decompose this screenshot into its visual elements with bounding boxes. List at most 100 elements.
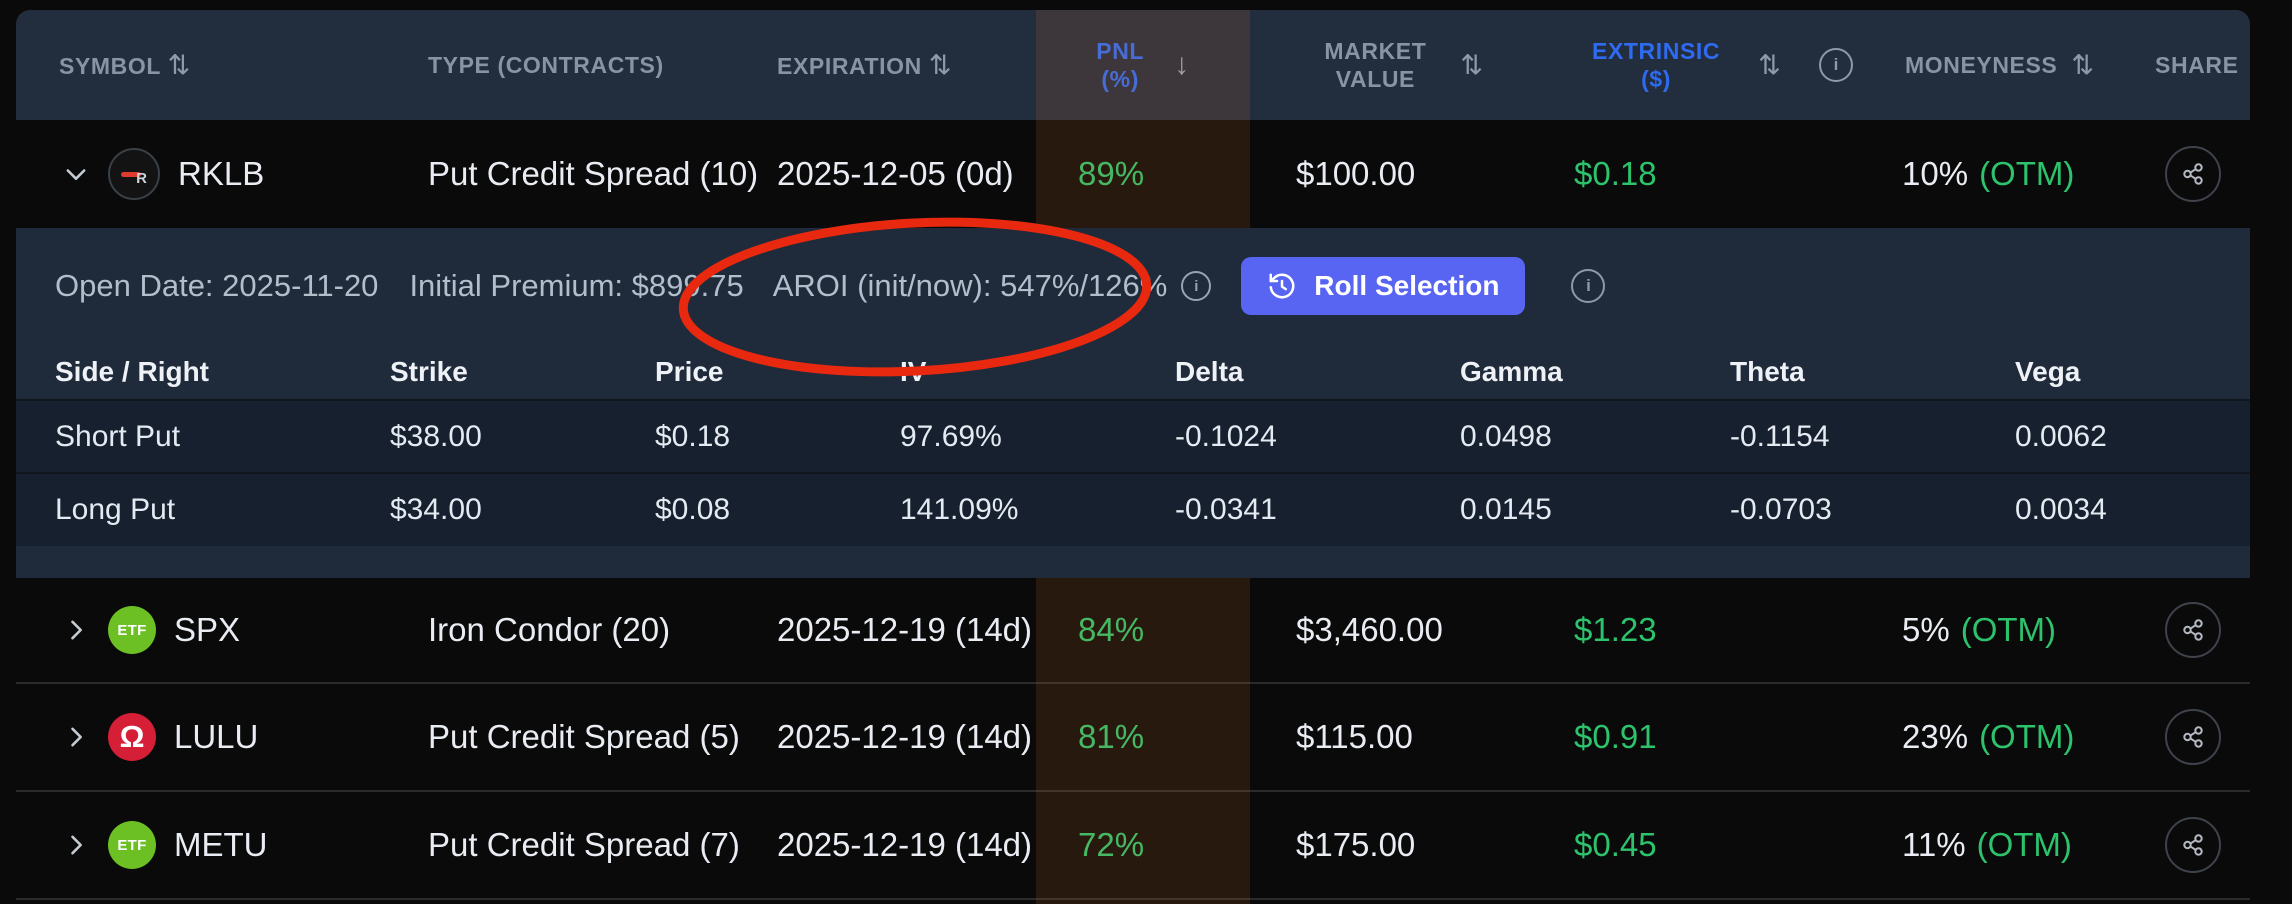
share-button[interactable] (2165, 709, 2221, 765)
moneyness-cell: 5%(OTM) (1886, 611, 2136, 649)
share-button[interactable] (2165, 146, 2221, 202)
leg-side: Long Put (55, 493, 390, 527)
sort-icon[interactable]: ⇅ (1758, 50, 1781, 81)
leg-delta: -0.1024 (1175, 420, 1460, 454)
share-icon (2178, 722, 2208, 752)
column-header-extrinsic[interactable]: EXTRINSIC($) ⇅ i (1558, 37, 1886, 93)
leg-side: Short Put (55, 420, 390, 454)
symbol-label: RKLB (178, 155, 264, 193)
sort-icon[interactable]: ⇅ (929, 50, 952, 80)
pnl-cell: 84% (1036, 611, 1250, 649)
table-row[interactable]: R RKLB Put Credit Spread (10) 2025-12-05… (16, 120, 2250, 228)
share-button[interactable] (2165, 817, 2221, 873)
type-cell: Put Credit Spread (7) (410, 826, 760, 864)
otm-tag: (OTM) (1979, 718, 2074, 756)
otm-tag: (OTM) (1979, 155, 2074, 193)
greek-leg-row: Short Put $38.00 $0.18 97.69% -0.1024 0.… (16, 399, 2250, 472)
leg-strike: $38.00 (390, 420, 655, 454)
symbol-label: METU (174, 826, 268, 864)
leg-iv: 141.09% (900, 493, 1175, 527)
moneyness-cell: 10%(OTM) (1886, 155, 2136, 193)
symbol-header-label: SYMBOL (59, 53, 161, 79)
position-detail-panel: Open Date: 2025-11-20 Initial Premium: $… (16, 228, 2250, 578)
leg-vega: 0.0034 (2015, 493, 2250, 527)
etf-badge: ETF (108, 606, 156, 654)
sort-icon[interactable]: ⇅ (1460, 50, 1483, 81)
leg-theta: -0.0703 (1730, 493, 2015, 527)
market-value-cell: $3,460.00 (1250, 611, 1558, 649)
info-icon[interactable]: i (1571, 269, 1605, 303)
sort-desc-icon[interactable]: ↓ (1174, 48, 1190, 82)
pnl-cell: 81% (1036, 718, 1250, 756)
open-date: Open Date: 2025-11-20 (55, 268, 378, 304)
bottom-strip (16, 900, 2250, 904)
etf-badge: ETF (108, 821, 156, 869)
column-header-expiration[interactable]: EXPIRATION ⇅ (760, 50, 1036, 81)
table-row[interactable]: Ω LULU Put Credit Spread (5) 2025-12-19 … (16, 684, 2250, 790)
sort-icon[interactable]: ⇅ (168, 50, 191, 80)
type-cell: Iron Condor (20) (410, 611, 760, 649)
column-header-type: TYPE (CONTRACTS) (410, 52, 760, 79)
otm-tag: (OTM) (1977, 826, 2072, 864)
lulu-logo: Ω (108, 713, 156, 761)
rklb-logo: R (108, 148, 160, 200)
info-icon[interactable]: i (1181, 271, 1211, 301)
column-header-pnl[interactable]: PNL(%) ↓ (1036, 37, 1250, 93)
leg-strike: $34.00 (390, 493, 655, 527)
pnl-cell: 72% (1036, 826, 1250, 864)
info-icon[interactable]: i (1819, 48, 1853, 82)
market-value-cell: $175.00 (1250, 826, 1558, 864)
leg-price: $0.18 (655, 420, 900, 454)
type-cell: Put Credit Spread (5) (410, 718, 760, 756)
extrinsic-header-label: EXTRINSIC($) (1592, 37, 1720, 93)
positions-screen: SYMBOL ⇅ TYPE (CONTRACTS) EXPIRATION ⇅ P… (0, 0, 2292, 904)
leg-gamma: 0.0498 (1460, 420, 1730, 454)
moneyness-cell: 23%(OTM) (1886, 718, 2136, 756)
share-icon (2178, 159, 2208, 189)
column-header-moneyness[interactable]: MONEYNESS ⇅ (1886, 50, 2136, 81)
pnl-header-label: PNL(%) (1096, 37, 1144, 93)
expiration-cell: 2025-12-19 (14d) (760, 611, 1036, 649)
type-cell: Put Credit Spread (10) (410, 155, 760, 193)
initial-premium: Initial Premium: $899.75 (409, 268, 743, 304)
leg-delta: -0.0341 (1175, 493, 1460, 527)
extrinsic-cell: $0.18 (1558, 155, 1886, 193)
market-value-cell: $100.00 (1250, 155, 1558, 193)
expiration-header-label: EXPIRATION (777, 53, 922, 79)
extrinsic-cell: $0.45 (1558, 826, 1886, 864)
symbol-label: SPX (174, 611, 240, 649)
pnl-cell: 89% (1036, 155, 1250, 193)
expiration-cell: 2025-12-05 (0d) (760, 155, 1036, 193)
column-header-market-value[interactable]: MARKETVALUE ⇅ (1250, 37, 1558, 93)
expiration-cell: 2025-12-19 (14d) (760, 826, 1036, 864)
positions-table: SYMBOL ⇅ TYPE (CONTRACTS) EXPIRATION ⇅ P… (16, 10, 2250, 904)
column-header-symbol[interactable]: SYMBOL ⇅ (16, 50, 410, 81)
column-header-share: SHARE (2136, 52, 2250, 79)
sort-icon[interactable]: ⇅ (2071, 50, 2094, 81)
leg-iv: 97.69% (900, 420, 1175, 454)
history-icon (1267, 271, 1297, 301)
chevron-right-icon[interactable] (62, 723, 90, 751)
table-header: SYMBOL ⇅ TYPE (CONTRACTS) EXPIRATION ⇅ P… (16, 10, 2250, 120)
share-icon (2178, 830, 2208, 860)
table-row[interactable]: ETF SPX Iron Condor (20) 2025-12-19 (14d… (16, 578, 2250, 682)
moneyness-cell: 11%(OTM) (1886, 826, 2136, 864)
leg-price: $0.08 (655, 493, 900, 527)
symbol-label: LULU (174, 718, 258, 756)
market-value-header-label: MARKETVALUE (1324, 37, 1426, 93)
leg-theta: -0.1154 (1730, 420, 2015, 454)
table-row[interactable]: ETF METU Put Credit Spread (7) 2025-12-1… (16, 792, 2250, 898)
moneyness-header-label: MONEYNESS (1905, 52, 2057, 79)
roll-selection-button[interactable]: Roll Selection (1241, 257, 1525, 315)
share-button[interactable] (2165, 602, 2221, 658)
chevron-right-icon[interactable] (62, 831, 90, 859)
leg-vega: 0.0062 (2015, 420, 2250, 454)
aroi-value: AROI (init/now): 547%/126% (773, 268, 1168, 304)
greek-leg-row: Long Put $34.00 $0.08 141.09% -0.0341 0.… (16, 472, 2250, 546)
chevron-down-icon[interactable] (62, 160, 90, 188)
chevron-right-icon[interactable] (62, 616, 90, 644)
extrinsic-cell: $0.91 (1558, 718, 1886, 756)
otm-tag: (OTM) (1961, 611, 2056, 649)
market-value-cell: $115.00 (1250, 718, 1558, 756)
expiration-cell: 2025-12-19 (14d) (760, 718, 1036, 756)
